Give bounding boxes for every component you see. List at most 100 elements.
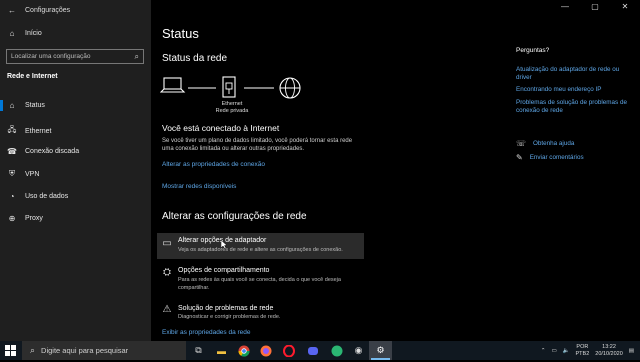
chevron-up-icon[interactable]: ⌃ [541, 348, 546, 354]
option-description: Veja os adaptadores de rede e altere as … [178, 247, 343, 253]
connection-description: Se você tiver um plano de dados limitado… [162, 137, 352, 153]
sidebar-item-dialup[interactable]: ☎ Conexão discada [7, 147, 79, 156]
description-line: compartilhar. [178, 284, 210, 291]
search-placeholder: Digite aqui para pesquisar [41, 346, 129, 355]
search-icon: ⌕ [134, 51, 139, 61]
windows-logo-icon [5, 345, 16, 356]
find-ip-link[interactable]: Encontrando meu endereço IP [516, 86, 601, 94]
sidebar-item-proxy[interactable]: ⊕ Proxy [7, 214, 43, 223]
link-label: Enviar comentários [529, 153, 584, 161]
sidebar-item-label: Conexão discada [25, 148, 80, 155]
clock[interactable]: 13:22 20/10/2020 [595, 344, 623, 358]
lang-code: POR [576, 343, 589, 350]
sidebar-item-label: Ethernet [25, 127, 52, 135]
sidebar-item-label: Início [25, 30, 42, 37]
adapter-icon: ▭ [162, 238, 172, 249]
warning-icon: ⚠ [162, 304, 172, 315]
steam-icon[interactable]: ◉ [351, 343, 366, 358]
title-bar: ← Configurações [8, 4, 70, 16]
link-line: conexão de rede [516, 107, 563, 114]
start-button[interactable] [4, 344, 17, 357]
get-help-link[interactable]: ☏ Obtenha ajuda [516, 139, 574, 148]
search-input[interactable]: Localizar uma configuração ⌕ [6, 49, 144, 64]
description-line: Para as redes às quais você se conecta, … [178, 277, 341, 283]
ethernet-icon: 🖧 [7, 125, 17, 134]
taskbar-search-input[interactable]: ⌕ Digite aqui para pesquisar [22, 341, 186, 360]
window-controls: — ▢ ✕ [550, 0, 640, 14]
sidebar-item-label: VPN [25, 170, 40, 178]
close-button[interactable]: ✕ [610, 0, 640, 14]
app-icon[interactable] [329, 343, 344, 358]
home-icon: ⌂ [9, 29, 15, 38]
search-placeholder: Localizar uma configuração [11, 53, 91, 60]
diagram-label: Ethernet Rede privada [212, 101, 252, 115]
maximize-button[interactable]: ▢ [580, 0, 610, 14]
option-title: Solução de problemas de rede [178, 305, 274, 312]
mouse-cursor-icon [221, 240, 228, 250]
network-status-heading: Status da rede [162, 53, 228, 64]
link-line: Encontrando meu endereço IP [516, 86, 602, 93]
option-description: Diagnosticar e corrigir problemas de red… [178, 314, 281, 320]
view-network-properties-link[interactable]: Exibir as propriedades da rede [162, 329, 251, 336]
notification-icon[interactable]: ▤ [629, 348, 634, 354]
globe-icon: ⊕ [8, 214, 16, 223]
keyboard-code: PTB2 [575, 350, 590, 357]
network-icon[interactable]: ▭ [551, 348, 556, 354]
minimize-button[interactable]: — [550, 0, 580, 14]
page-title: Status [162, 26, 199, 41]
laptop-icon [160, 77, 186, 93]
window-title: Configurações [25, 6, 71, 14]
chrome-icon[interactable] [236, 343, 251, 358]
sharing-icon: ⛭ [163, 267, 171, 278]
send-feedback-link[interactable]: ✎ Enviar comentários [516, 153, 584, 162]
sidebar-item-vpn[interactable]: ⛨ VPN [7, 169, 39, 179]
discord-icon[interactable] [305, 343, 320, 358]
opera-icon[interactable] [281, 343, 296, 358]
sidebar-item-label: Proxy [25, 215, 43, 222]
back-arrow-icon[interactable]: ← [8, 6, 16, 15]
volume-icon[interactable]: 🔈 [563, 348, 570, 354]
adapter-name: Ethernet [221, 101, 243, 107]
link-line: Problemas de solução de problemas de [516, 99, 627, 106]
change-connection-properties-link[interactable]: Alterar as propriedades de conexão [162, 161, 265, 168]
section-title: Rede e Internet [7, 73, 58, 80]
sidebar-item-data-usage[interactable]: ◔ Uso de dados [7, 192, 69, 201]
link-line: Atualização do adaptador de rede ou [516, 66, 620, 73]
clock-time: 13:22 [602, 343, 616, 350]
option-title: Opções de compartilhamento [178, 267, 270, 274]
questions-heading: Perguntas? [516, 47, 550, 54]
firefox-icon[interactable] [258, 343, 273, 358]
change-settings-heading: Alterar as configurações de rede [162, 211, 307, 222]
ethernet-port-icon [222, 76, 236, 98]
sidebar-item-home[interactable]: ⌂ Início [7, 29, 42, 38]
language-indicator[interactable]: POR PTB2 [576, 344, 590, 358]
feedback-icon: ✎ [516, 153, 523, 162]
sidebar-item-label: Uso de dados [25, 193, 69, 200]
data-usage-icon: ◔ [9, 192, 15, 201]
sidebar-item-ethernet[interactable]: 🖧 Ethernet [7, 124, 52, 138]
gear-icon[interactable]: ⚙ [373, 343, 388, 358]
description-line: Se você tiver um plano de dados limitado… [162, 138, 353, 144]
home-network-icon: ⌂ [9, 101, 15, 110]
link-label: Obtenha ajuda [533, 139, 575, 147]
active-indicator [0, 100, 3, 111]
system-tray: ⌃ ▭ 🔈 POR PTB2 13:22 20/10/2020 ▤ [541, 341, 640, 360]
sidebar-item-status[interactable]: ⌂ Status [7, 101, 45, 110]
option-description: Para as redes às quais você se conecta, … [178, 277, 341, 292]
show-available-networks-link[interactable]: Mostrar redes disponíveis [162, 183, 236, 190]
update-driver-link[interactable]: Atualização do adaptador de rede ou driv… [516, 66, 619, 82]
link-line: driver [516, 74, 532, 81]
globe-icon [279, 77, 301, 99]
file-explorer-icon[interactable]: ▬ [214, 343, 229, 358]
vpn-icon: ⛨ [9, 169, 15, 178]
task-view-icon[interactable]: ⧉ [191, 343, 206, 358]
troubleshoot-connection-link[interactable]: Problemas de solução de problemas de con… [516, 99, 627, 115]
search-icon: ⌕ [30, 345, 36, 355]
connection-heading: Você está conectado à Internet [162, 123, 280, 133]
network-profile: Rede privada [215, 108, 249, 114]
help-icon: ☏ [516, 139, 527, 148]
dialup-icon: ☎ [7, 147, 17, 156]
sidebar-item-label: Status [25, 102, 45, 109]
clock-date: 20/10/2020 [595, 350, 623, 357]
description-line: uma conexão limitada ou alterar outras p… [162, 146, 305, 152]
